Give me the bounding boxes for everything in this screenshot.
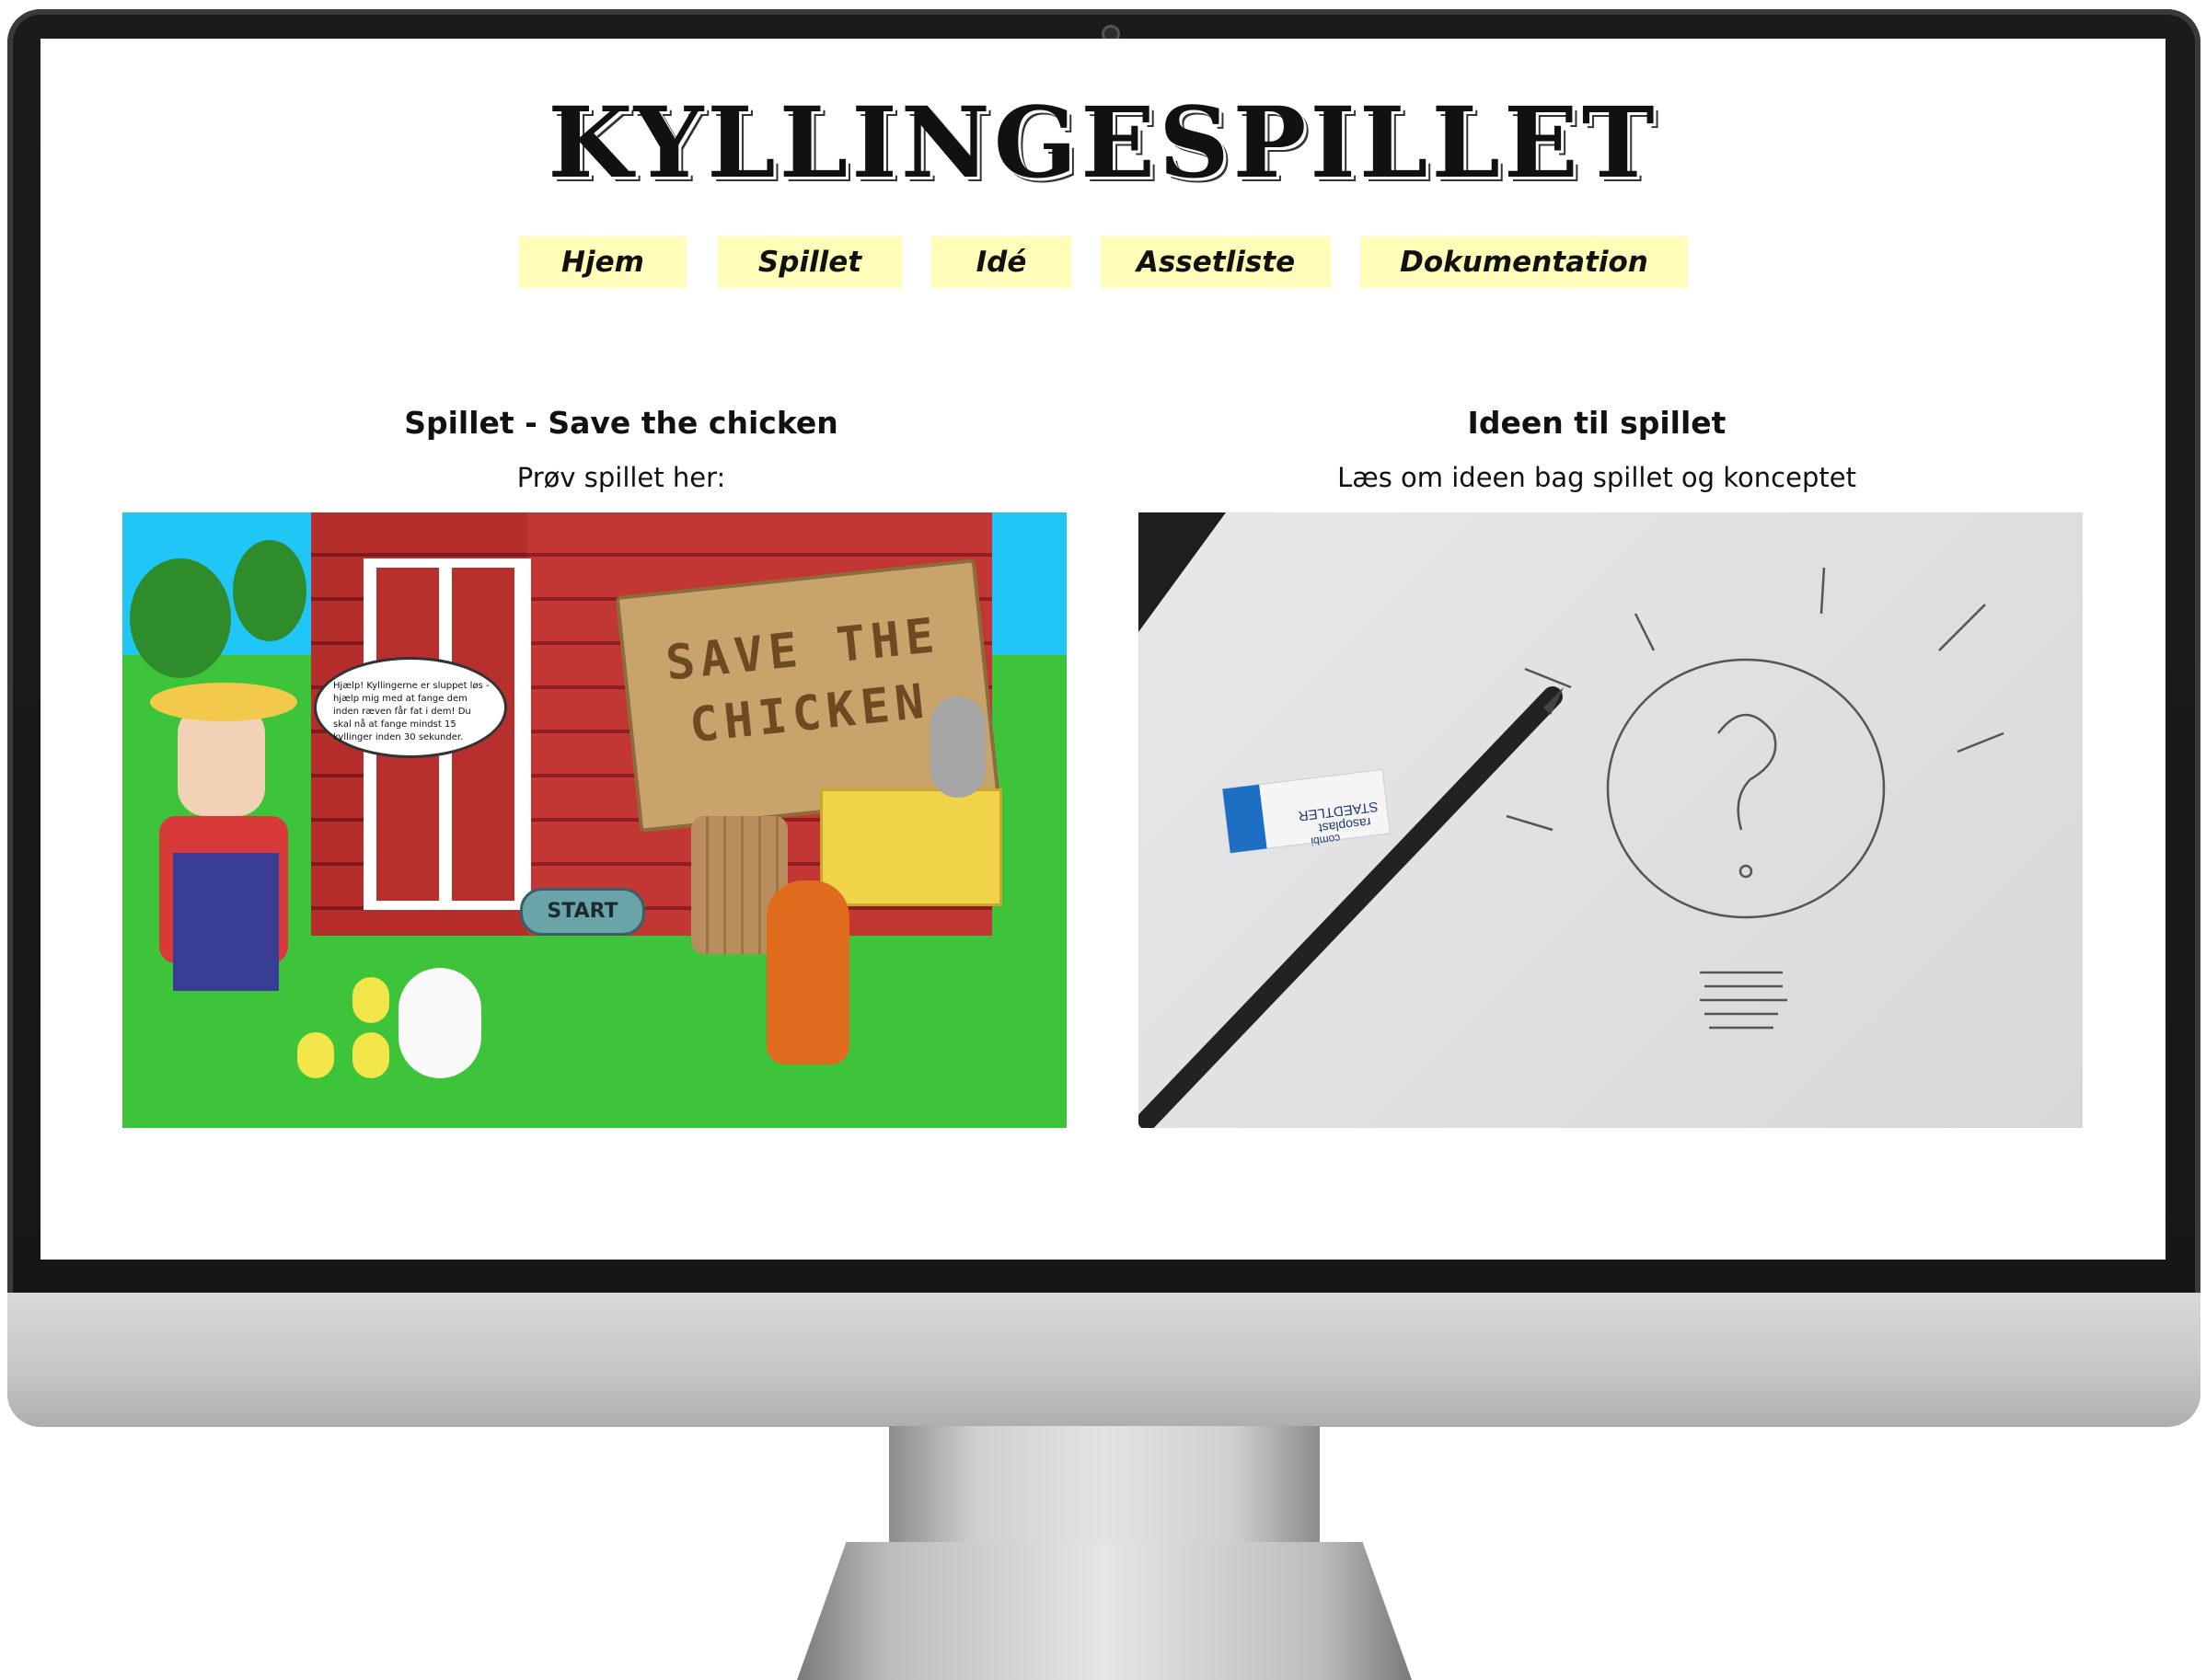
hen-icon [398, 968, 481, 1078]
marker-case-icon [1138, 512, 1226, 632]
farmer-face-icon [178, 706, 265, 816]
tree-icon [130, 558, 231, 678]
start-button: START [520, 888, 645, 936]
pencil-icon [1138, 686, 1563, 1128]
hay-bale-icon [820, 788, 1002, 906]
screen: KYLLINGESPILLET Hjem Spillet Idé Assetli… [40, 39, 2166, 1260]
farmer-hat-icon [150, 683, 297, 721]
idea-card-subtitle: Læs om ideen bag spillet og konceptet [1337, 462, 1856, 493]
farmer-overalls [173, 853, 279, 991]
game-thumbnail-link[interactable]: SAVE THE CHICKEN Hjælp! Kyllingerne er s… [122, 512, 1067, 1128]
monitor-chin [7, 1293, 2200, 1427]
speech-bubble: Hjælp! Kyllingerne er sluppet løs - hjæl… [314, 657, 507, 758]
lightbulb-sketch-icon [1506, 567, 2004, 1030]
chick-icon [352, 1032, 389, 1078]
idea-thumbnail-link[interactable]: STAEDTLER rasoplast combi [1138, 512, 2083, 1128]
chick-icon [297, 1032, 334, 1078]
nav-item-assetliste[interactable]: Assetliste [1101, 236, 1331, 288]
nav-item-spillet[interactable]: Spillet [718, 236, 902, 288]
idea-card-heading: Ideen til spillet [1467, 405, 1727, 441]
idea-photo-illustration: STAEDTLER rasoplast combi [1138, 512, 2004, 1128]
mouse-icon [930, 696, 986, 798]
monitor-stand-neck [889, 1426, 1320, 1546]
game-card-heading: Spillet - Save the chicken [404, 405, 838, 441]
nav-item-dokumentation[interactable]: Dokumentation [1360, 236, 1688, 288]
fox-icon [767, 880, 849, 1064]
main-nav: Hjem Spillet Idé Assetliste Dokumentatio… [40, 236, 2166, 288]
game-card-subtitle: Prøv spillet her: [516, 462, 726, 493]
monitor-stand-base [797, 1542, 1412, 1680]
nav-item-ide[interactable]: Idé [931, 236, 1071, 288]
nav-item-hjem[interactable]: Hjem [519, 236, 687, 288]
eraser-icon: STAEDTLER rasoplast combi [1221, 768, 1392, 854]
tree-icon [233, 540, 306, 641]
chick-icon [352, 977, 389, 1023]
site-title: KYLLINGESPILLET [548, 85, 1658, 200]
